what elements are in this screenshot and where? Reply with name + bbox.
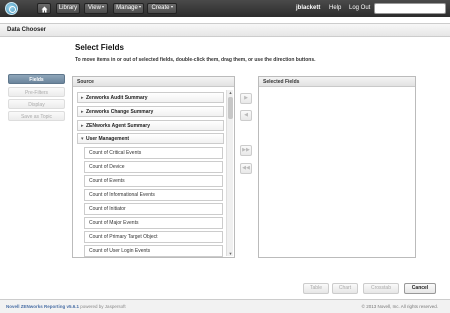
source-field-item[interactable]: Count of Primary Target Object bbox=[84, 231, 223, 243]
app-logo-icon[interactable] bbox=[5, 2, 18, 15]
move-left-button[interactable]: ◀ bbox=[240, 110, 252, 121]
page-title: Select Fields bbox=[75, 43, 124, 52]
category-label: ZENworks Agent Summary bbox=[86, 123, 150, 129]
manage-label: Manage bbox=[116, 5, 138, 11]
footer-product: Novell ZENworks Reporting v5.6.1 powered… bbox=[6, 304, 126, 309]
footer: Novell ZENworks Reporting v5.6.1 powered… bbox=[0, 299, 450, 313]
source-field-item[interactable]: Count of Informational Events bbox=[84, 189, 223, 201]
arrow-left-icon: ◀ bbox=[244, 112, 248, 118]
library-label: Library bbox=[58, 5, 78, 11]
create-label: Create bbox=[151, 5, 170, 11]
category-label: Zenworks Audit Summary bbox=[86, 95, 148, 101]
scroll-down-icon[interactable]: ▼ bbox=[228, 251, 233, 256]
move-all-right-button[interactable]: ▶▶ bbox=[240, 145, 252, 156]
table-button[interactable]: Table bbox=[303, 283, 329, 294]
search-input[interactable] bbox=[374, 3, 446, 14]
chevron-down-icon bbox=[138, 6, 141, 9]
help-link[interactable]: Help bbox=[329, 5, 341, 11]
chevron-down-icon bbox=[170, 6, 173, 9]
copyright-text: © 2013 Novell, Inc. All rights reserved. bbox=[361, 304, 438, 309]
source-field-item[interactable]: Count of Major Events bbox=[84, 217, 223, 229]
scroll-up-icon[interactable]: ▲ bbox=[228, 90, 233, 95]
view-menu-button[interactable]: View bbox=[84, 3, 108, 14]
window-title: Data Chooser bbox=[7, 27, 47, 33]
move-all-left-button[interactable]: ◀◀ bbox=[240, 163, 252, 174]
category-label: Zenworks Change Summary bbox=[86, 109, 154, 115]
source-field-item[interactable]: Count of Critical Events bbox=[84, 147, 223, 159]
expand-arrow-icon[interactable]: ▸ bbox=[81, 107, 84, 117]
source-category[interactable]: ▾ User Management bbox=[77, 133, 224, 144]
top-nav-bar: Library View Manage Create jblackett Hel… bbox=[0, 0, 450, 17]
source-field-item[interactable]: Count of Device bbox=[84, 161, 223, 173]
crosstab-button[interactable]: Crosstab bbox=[363, 283, 399, 294]
source-scrollbar[interactable]: ▲ ▼ bbox=[226, 90, 233, 256]
source-field-item[interactable]: Count of User Login Events bbox=[84, 245, 223, 257]
source-category[interactable]: ▸ Zenworks Audit Summary bbox=[77, 92, 224, 103]
create-menu-button[interactable]: Create bbox=[147, 3, 177, 14]
double-arrow-left-icon: ◀◀ bbox=[242, 165, 250, 171]
step-pre-filters[interactable]: Pre-Filters bbox=[8, 87, 65, 97]
scroll-thumb[interactable] bbox=[228, 97, 233, 119]
double-arrow-right-icon: ▶▶ bbox=[242, 147, 250, 153]
move-right-button[interactable]: ▶ bbox=[240, 93, 252, 104]
product-name: Novell ZENworks Reporting v5.6.1 bbox=[6, 304, 80, 309]
collapse-arrow-icon[interactable]: ▾ bbox=[81, 134, 84, 144]
window-title-bar: Data Chooser bbox=[0, 23, 450, 37]
logout-link[interactable]: Log Out bbox=[349, 5, 370, 11]
selected-fields-header: Selected Fields bbox=[259, 77, 415, 87]
home-button[interactable] bbox=[37, 3, 51, 14]
powered-by-link[interactable]: powered by Jaspersoft bbox=[80, 304, 125, 309]
expand-arrow-icon[interactable]: ▸ bbox=[81, 121, 84, 131]
view-label: View bbox=[88, 5, 101, 11]
source-category[interactable]: ▸ ZENworks Agent Summary bbox=[77, 120, 224, 131]
current-user: jblackett bbox=[296, 5, 321, 11]
arrow-right-icon: ▶ bbox=[244, 95, 248, 101]
cancel-button[interactable]: Cancel bbox=[404, 283, 436, 294]
home-icon bbox=[41, 6, 48, 13]
step-display[interactable]: Display bbox=[8, 99, 65, 109]
source-category[interactable]: ▸ Zenworks Change Summary bbox=[77, 106, 224, 117]
expand-arrow-icon[interactable]: ▸ bbox=[81, 93, 84, 103]
instructions-text: To move items in or out of selected fiel… bbox=[75, 57, 316, 63]
selected-fields-panel[interactable]: Selected Fields bbox=[258, 76, 416, 258]
source-field-item[interactable]: Count of Events bbox=[84, 175, 223, 187]
manage-menu-button[interactable]: Manage bbox=[113, 3, 144, 14]
source-field-item[interactable]: Count of Initiator bbox=[84, 203, 223, 215]
category-label: User Management bbox=[86, 136, 130, 142]
source-panel: Source ▸ Zenworks Audit Summary ▸ Zenworks… bbox=[72, 76, 235, 258]
step-fields[interactable]: Fields bbox=[8, 74, 65, 84]
source-header: Source bbox=[73, 77, 234, 87]
step-save-as-topic[interactable]: Save as Topic bbox=[8, 111, 65, 121]
chart-button[interactable]: Chart bbox=[332, 283, 358, 294]
library-button[interactable]: Library bbox=[56, 3, 80, 14]
chevron-down-icon bbox=[101, 6, 104, 9]
